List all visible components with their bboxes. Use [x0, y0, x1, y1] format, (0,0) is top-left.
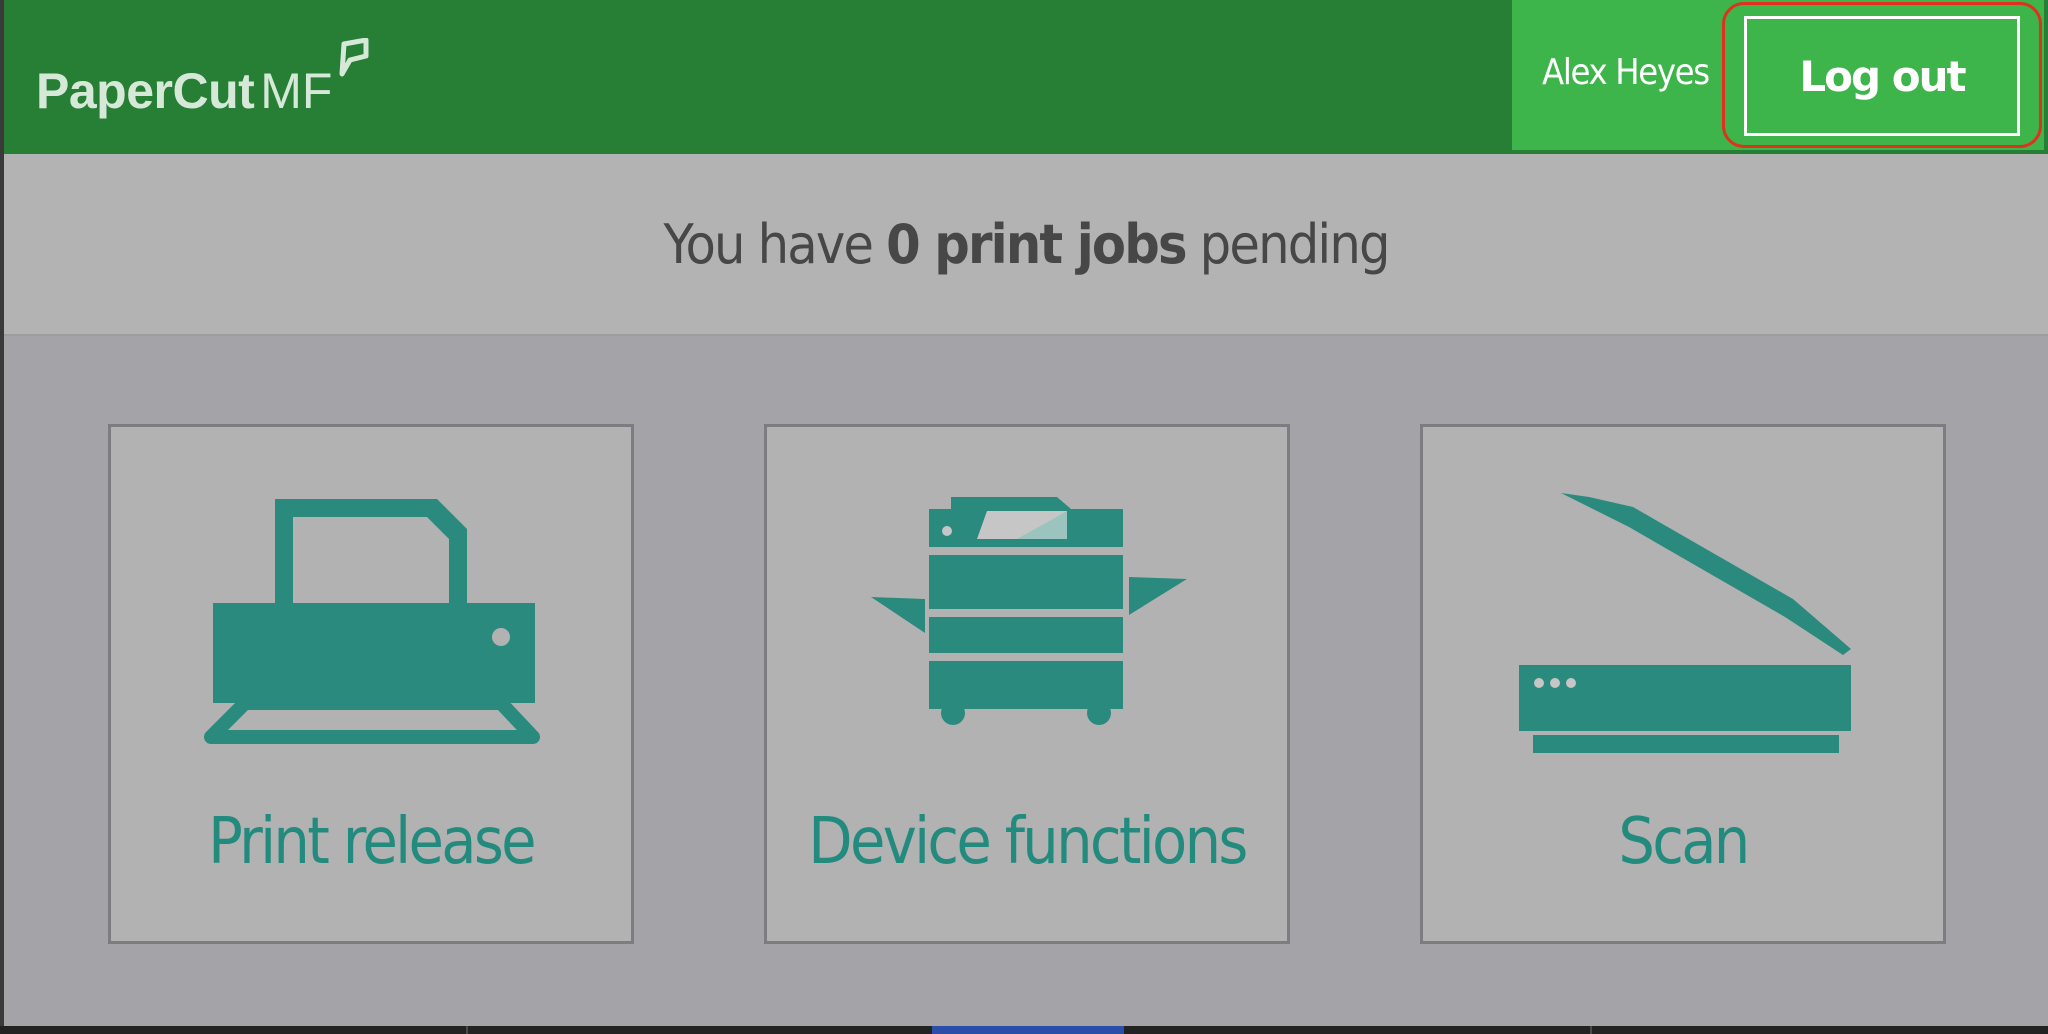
copier-icon — [871, 497, 1187, 725]
taskbar-active-item[interactable] — [932, 1026, 1124, 1034]
scan-label: Scan — [1618, 805, 1750, 879]
pending-count: 0 print jobs — [885, 212, 1187, 276]
papercut-screen: PaperCut MF Alex Heyes Log out You have … — [0, 0, 2048, 1034]
print-release-label: Print release — [208, 805, 536, 879]
scan-tile[interactable]: Scan — [1420, 424, 1946, 944]
user-name: Alex Heyes — [1542, 52, 1710, 93]
pending-suffix: pending — [1199, 212, 1391, 276]
pending-jobs-message: You have 0 print jobs pending — [663, 212, 1391, 276]
pending-prefix: You have — [663, 212, 873, 276]
printer-icon — [204, 499, 540, 744]
taskbar-divider — [466, 1026, 468, 1034]
logo-mark-icon — [339, 38, 369, 77]
device-functions-tile[interactable]: Device functions — [764, 424, 1290, 944]
taskbar-divider — [1590, 1026, 1592, 1034]
papercut-logo: PaperCut MF — [36, 38, 369, 120]
logo-text: PaperCut — [36, 63, 255, 119]
scanner-icon — [1519, 493, 1851, 753]
device-functions-label: Device functions — [808, 805, 1248, 879]
print-release-tile[interactable]: Print release — [108, 424, 634, 944]
logout-button[interactable]: Log out — [1744, 16, 2020, 136]
logo-suffix: MF — [260, 63, 333, 119]
pending-jobs-banner: You have 0 print jobs pending — [4, 154, 2048, 336]
